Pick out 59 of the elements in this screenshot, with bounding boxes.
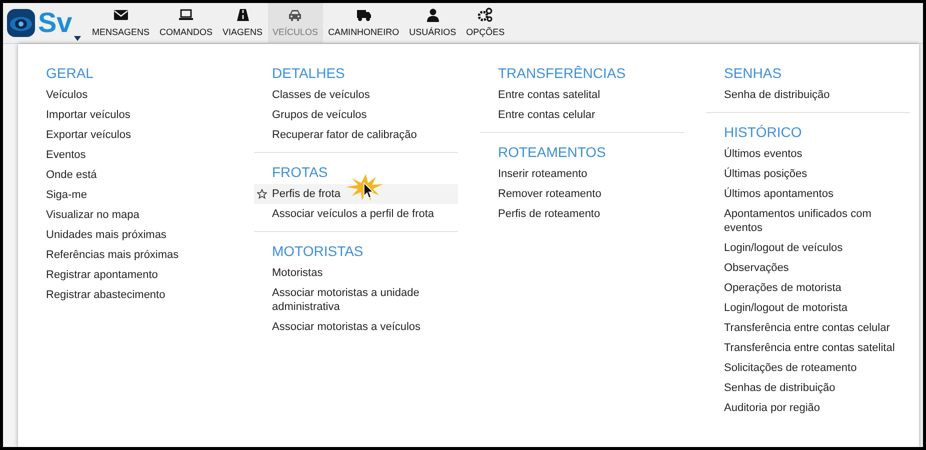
menu-link[interactable]: Grupos de veículos <box>272 108 448 122</box>
laptop-icon <box>178 6 194 23</box>
nav-tab[interactable]: MENSAGENS <box>87 3 155 43</box>
menu-link[interactable]: Onde está <box>46 168 222 182</box>
nav-tab[interactable]: OPÇÕES <box>461 3 510 43</box>
menu-link[interactable]: Referências mais próximas <box>46 248 222 262</box>
menu-link[interactable]: Últimos eventos <box>724 147 900 161</box>
user-icon <box>424 6 441 23</box>
menu-link[interactable]: Recuperar fator de calibração <box>272 128 448 142</box>
menu-link[interactable]: Exportar veículos <box>46 128 222 142</box>
menu-link[interactable]: Apontamentos unificados com eventos <box>724 207 900 235</box>
section-heading: SENHAS <box>723 64 783 82</box>
menu-link[interactable]: Remover roteamento <box>498 187 674 201</box>
menu-link[interactable]: Registrar abastecimento <box>46 288 222 302</box>
menu-link[interactable]: Classes de veículos <box>272 88 448 102</box>
section-heading: ROTEAMENTOS <box>497 143 607 161</box>
menu-link[interactable]: Operações de motorista <box>724 281 900 295</box>
menu-link[interactable]: Auditoria por região <box>724 401 900 415</box>
menu-link[interactable]: Solicitações de roteamento <box>724 361 900 375</box>
menu-link[interactable]: Importar veículos <box>46 108 222 122</box>
logo-text: Sv <box>38 9 72 37</box>
menu-link[interactable]: Senhas de distribuição <box>724 381 900 395</box>
menu-link[interactable]: Visualizar no mapa <box>46 208 222 222</box>
caret-icon[interactable] <box>74 36 81 41</box>
menu-link[interactable]: Transferência entre contas celular <box>724 321 900 335</box>
gears-icon <box>477 6 494 23</box>
menu-link[interactable]: Inserir roteamento <box>498 167 674 181</box>
menu-link[interactable]: Observações <box>724 261 900 275</box>
eye-logo-icon <box>6 8 36 38</box>
star-icon[interactable] <box>257 189 267 199</box>
menu-link[interactable]: Unidades mais próximas <box>46 228 222 242</box>
menu-link[interactable]: Transferência entre contas satelital <box>724 341 900 355</box>
section-heading: MOTORISTAS <box>271 242 364 260</box>
menu-link[interactable]: Eventos <box>46 148 222 162</box>
menu-link[interactable]: Entre contas satelital <box>498 88 674 102</box>
menu-link[interactable]: Associar motoristas a veículos <box>272 320 448 334</box>
nav-tab[interactable]: COMANDOS <box>154 3 218 43</box>
menu-link[interactable]: Últimas posições <box>724 167 900 181</box>
menu-link[interactable]: Perfis de roteamento <box>498 207 674 221</box>
section-heading: FROTAS <box>271 163 329 181</box>
section-heading: TRANSFERÊNCIAS <box>497 64 627 82</box>
nav-tab[interactable]: VIAGENS <box>218 3 268 43</box>
road-icon <box>234 6 251 23</box>
menu-link[interactable]: Registrar apontamento <box>46 268 222 282</box>
section-heading: HISTÓRICO <box>723 123 803 141</box>
menu-link[interactable]: Senha de distribuição <box>724 88 900 102</box>
menu-link[interactable]: Entre contas celular <box>498 108 674 122</box>
section-heading: DETALHES <box>271 64 346 82</box>
nav-tab[interactable]: USUÁRIOS <box>404 3 462 43</box>
menu-link[interactable]: Veículos <box>46 88 222 102</box>
menu-link[interactable]: Associar motoristas a unidade administrativa <box>272 286 448 314</box>
menu-link[interactable]: Motoristas <box>272 266 448 280</box>
nav-tab[interactable]: CAMINHONEIRO <box>323 3 404 43</box>
menu-link[interactable]: Últimos apontamentos <box>724 187 900 201</box>
menu-link[interactable]: Associar veículos a perfil de frota <box>272 207 448 221</box>
menu-link[interactable]: Login/logout de veículos <box>724 241 900 255</box>
menu-link[interactable]: Siga-me <box>46 188 222 202</box>
section-heading: GERAL <box>45 64 94 82</box>
menu-link[interactable]: Login/logout de motorista <box>724 301 900 315</box>
